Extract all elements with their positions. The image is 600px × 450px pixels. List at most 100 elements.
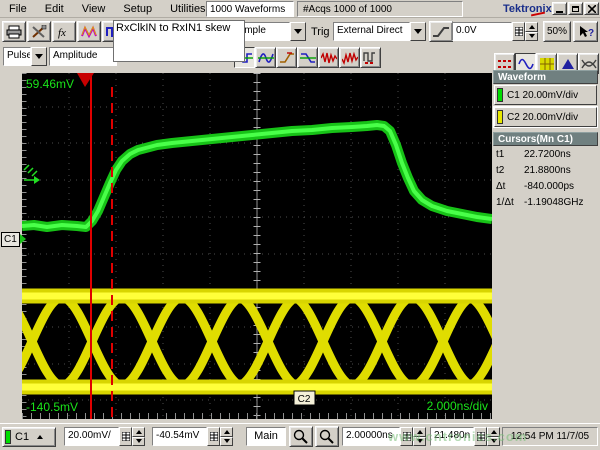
keypad-icon[interactable] [512, 22, 525, 41]
timebase-control[interactable]: 2.00000ns [342, 427, 426, 446]
vertical-scale-spinner[interactable] [132, 427, 145, 446]
delay-value[interactable]: 21.480n [430, 427, 474, 446]
eye-pattern-icon [581, 57, 597, 71]
close-icon [588, 5, 596, 13]
triangle-icon [560, 57, 576, 71]
c1-marker-arrow-icon [20, 234, 26, 244]
trigger-source-value: External Direct [333, 22, 410, 41]
vertical-scale-value[interactable]: 20.00mV/ [64, 427, 119, 446]
horizontal-mode-field[interactable]: Main [246, 427, 286, 446]
channel-color-swatch [5, 430, 11, 444]
tooltip-skew-label: RxClkIN to RxIN1 skew [113, 20, 245, 62]
meas-noise-button[interactable] [318, 47, 339, 68]
scope-display[interactable]: 59.46mV -140.5mV 2.000ns/div C2 [22, 73, 492, 419]
trigger-level-value[interactable]: 0.0V [452, 22, 512, 41]
readout-inv-dt: 1/Δt -1.19048GHz [496, 197, 598, 208]
meas-fall-time-button[interactable] [297, 47, 318, 68]
readout-t2: t2 21.8800ns [496, 165, 598, 176]
zoom-2-button[interactable] [315, 426, 339, 447]
meas-rise-time-button[interactable] [276, 47, 297, 68]
minimize-button[interactable] [552, 2, 567, 15]
trigger-level-spinner[interactable] [525, 22, 538, 41]
c2-trace-label[interactable]: C2 [298, 394, 311, 405]
formula-button[interactable]: fx [52, 21, 76, 42]
oscilloscope-window: File Edit View Setup Utilities Help 1000… [0, 0, 600, 450]
cursors-panel-header: Cursors(Mn C1) [493, 132, 598, 146]
meas-jitter-button[interactable] [339, 47, 360, 68]
channel-c2-button[interactable]: C2 20.00mV/div [494, 107, 597, 127]
rising-edge-icon [432, 25, 450, 39]
channel-select-button[interactable]: C1 [2, 427, 56, 447]
print-button[interactable] [2, 21, 26, 42]
graticule: 59.46mV -140.5mV 2.000ns/div C2 [22, 73, 492, 419]
rise-time-icon [279, 51, 295, 65]
menu-setup[interactable]: Setup [114, 2, 161, 16]
channel-c1-button[interactable]: C1 20.00mV/div [494, 85, 597, 105]
trigger-source-combo[interactable]: External Direct [333, 22, 426, 41]
menu-view[interactable]: View [73, 2, 115, 16]
vertical-position-control[interactable]: -40.54mV [152, 427, 233, 446]
channel-select-label: C1 [15, 431, 29, 443]
meas-amplitude-button[interactable] [255, 47, 276, 68]
chevron-down-icon[interactable] [31, 47, 47, 66]
vertical-position-spinner[interactable] [220, 427, 233, 446]
vertical-scale-control[interactable]: 20.00mV/ [64, 427, 145, 446]
timebase-readout: 2.000ns/div [427, 399, 488, 413]
delay-control[interactable]: 21.480n [430, 427, 500, 446]
c1-trace-marker[interactable]: C1 [1, 232, 20, 247]
readout-t1-value: 22.7200ns [524, 149, 571, 160]
datetime-display: 12:54 PM 11/7/05 [502, 427, 598, 446]
c1-scale-label: C1 20.00mV/div [507, 90, 578, 101]
magnifier-icon [293, 429, 309, 444]
vertical-position-value[interactable]: -40.54mV [152, 427, 207, 446]
fall-time-icon [300, 51, 316, 65]
chevron-down-icon[interactable] [290, 22, 306, 41]
readout-t2-value: 21.8800ns [524, 165, 571, 176]
trig-label: Trig [311, 26, 330, 38]
amplitude-icon [258, 51, 274, 65]
waveform-count-field: 1000 Waveforms [206, 1, 294, 17]
context-help-button[interactable]: ? [573, 21, 598, 42]
acqs-status: #Acqs 1000 of 1000 [297, 1, 463, 17]
measure-category-value: Pulse [3, 47, 31, 66]
chevron-down-icon[interactable] [410, 22, 426, 41]
keypad-icon[interactable] [474, 427, 487, 446]
restore-button[interactable] [568, 2, 583, 15]
c2-color-swatch [497, 110, 503, 124]
keypad-icon[interactable] [400, 427, 413, 446]
keypad-icon[interactable] [207, 427, 220, 446]
readout-dt-value: -840.000ps [524, 181, 574, 192]
waveform-analysis-button[interactable] [77, 21, 101, 42]
delay-spinner[interactable] [487, 427, 500, 446]
keypad-icon[interactable] [119, 427, 132, 446]
dashed-cursors-icon [497, 57, 513, 71]
magnifier-icon [319, 429, 335, 444]
tools-button[interactable] [27, 21, 51, 42]
readout-inv-dt-value: -1.19048GHz [524, 197, 583, 208]
meas-histogram-button[interactable] [360, 47, 381, 68]
measure-category-combo[interactable]: Pulse [3, 47, 47, 66]
trigger-level-control[interactable]: 0.0V [452, 22, 538, 41]
print-icon [6, 25, 22, 39]
zoom-1-button[interactable] [289, 426, 313, 447]
c2-scale-label: C2 20.00mV/div [507, 112, 578, 123]
measurement-value: Amplitude [49, 47, 117, 66]
waveform-panel-header: Waveform [493, 70, 598, 84]
timebase-spinner[interactable] [413, 427, 426, 446]
svg-text:?: ? [588, 28, 594, 39]
trigger-slope-button[interactable] [429, 21, 453, 42]
measurement-combo[interactable]: Amplitude [49, 47, 117, 66]
top-voltage-readout: 59.46mV [26, 77, 74, 91]
set-50pct-button[interactable]: 50% [543, 21, 571, 42]
timebase-value[interactable]: 2.00000ns [342, 427, 400, 446]
sine-icon [518, 57, 534, 71]
c1-color-swatch [497, 88, 503, 102]
menu-edit[interactable]: Edit [36, 2, 73, 16]
readout-t1: t1 22.7200ns [496, 149, 598, 160]
close-button[interactable] [584, 2, 599, 15]
chevron-up-icon [37, 435, 43, 439]
formula-icon: fx [56, 25, 72, 39]
noise-icon [321, 51, 337, 65]
waveform-icon [81, 25, 97, 39]
menu-file[interactable]: File [0, 2, 36, 16]
